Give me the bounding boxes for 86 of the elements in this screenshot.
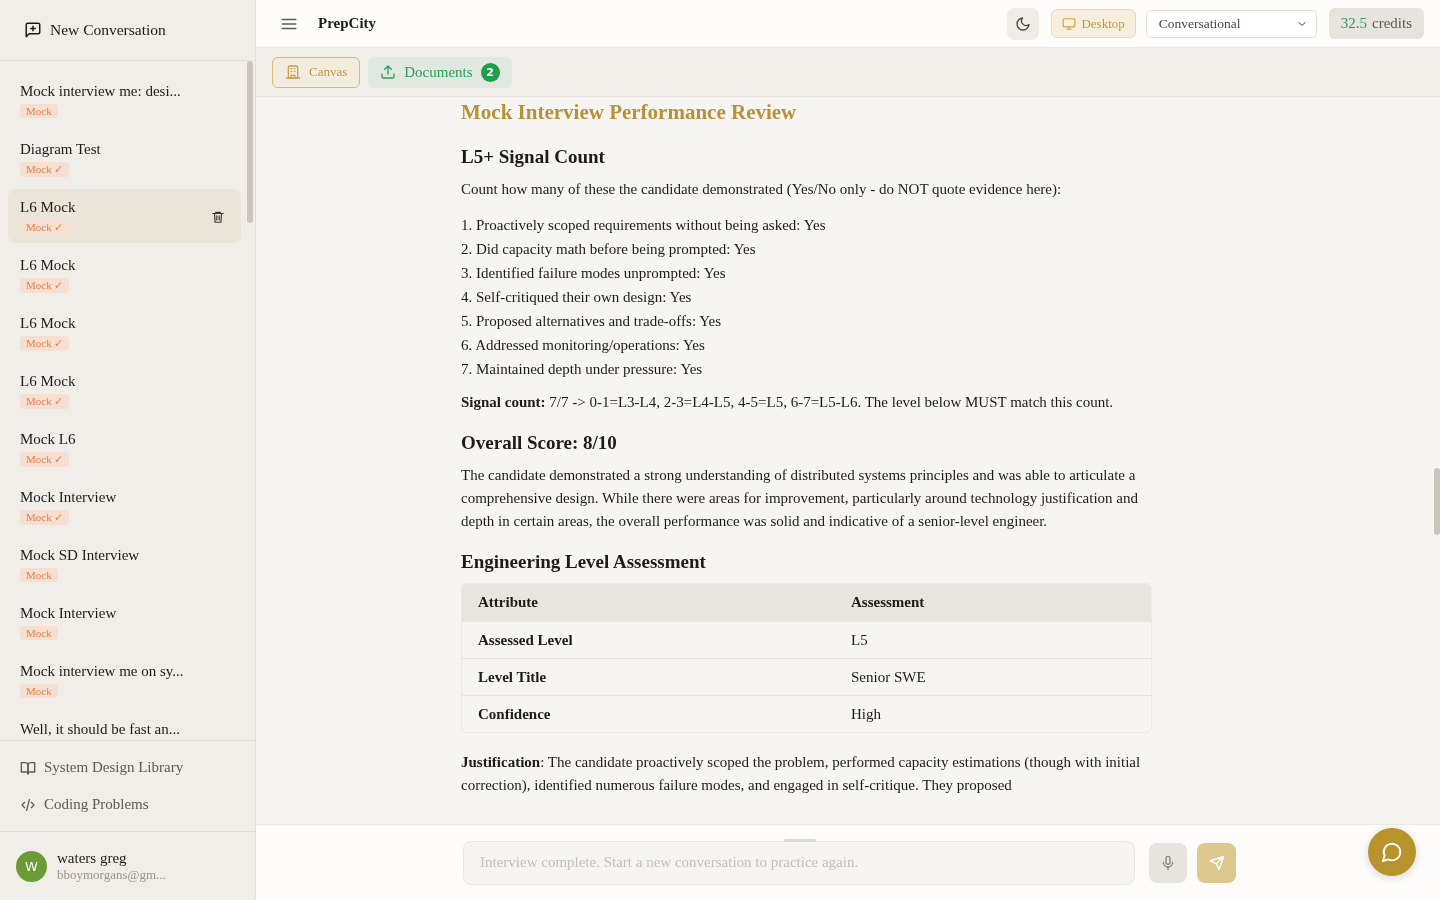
table-cell-text: Level Title [477, 668, 548, 686]
table-cell-text: Senior SWE [850, 668, 927, 686]
user-avatar: W [16, 850, 47, 882]
mock-tag: Mock ✓ [20, 278, 70, 293]
nav-link[interactable]: Coding Problems [0, 786, 255, 823]
paragraph: Signal count: 7/7 -> 0-1=L3-L4, 2-3=L4-L5, 4-5=L5, 6-7=L5-L6. The level below MUST match this count. [461, 393, 1115, 412]
conversation-title: L6 Mock [20, 256, 77, 275]
conversation-title: L6 Mock [20, 314, 77, 333]
document-title: Mock Interview Performance Review [461, 100, 798, 125]
conversation-title: Mock interview me on sy... [20, 662, 185, 681]
conversation-item[interactable]: Diagram Test Mock ✓ [8, 131, 241, 185]
conversation-item[interactable]: Mock interview me on sy... Mock [8, 653, 241, 707]
upload-icon [380, 64, 397, 80]
conversation-item[interactable]: Well, it should be fast an... [8, 711, 241, 740]
mock-tag: Mock [20, 626, 58, 640]
mock-tag: Mock ✓ [20, 510, 70, 525]
microphone-button[interactable] [1149, 842, 1187, 883]
mock-tag: Mock ✓ [20, 336, 70, 351]
list-item: 4. Self-critiqued their own design: Yes [461, 288, 693, 307]
paragraph: The candidate demonstrated a strong understanding of distributed systems principles and was able to articulate a comprehensive design. While there were areas for improvement, particularly around technology justification and depth in certain areas, the overall performance was solid and indicative of a senior-level engineer. [461, 466, 1139, 531]
list-item: 5. Proposed alternatives and trade-offs: Yes [461, 312, 723, 331]
code-icon [20, 796, 36, 813]
building-icon [285, 64, 301, 80]
conversation-item[interactable]: Mock SD Interview Mock [8, 537, 241, 591]
conversation-title: Mock interview me: desi... [20, 82, 182, 101]
conversation-item[interactable]: Mock Interview Mock [8, 595, 241, 649]
mock-tag: Mock [20, 568, 58, 582]
conversation-title: Mock Interview [20, 488, 118, 507]
mock-tag: Mock ✓ [20, 452, 70, 467]
conversation-item[interactable]: L6 Mock Mock ✓ [8, 247, 241, 301]
count-badge: 2 [480, 62, 500, 82]
mock-tag: Mock [20, 104, 58, 118]
conversation-item[interactable]: L6 Mock Mock ✓ [8, 189, 241, 243]
list-item: 3. Identified failure modes unprompted: Yes [461, 264, 727, 283]
scrollbar-thumb[interactable] [247, 61, 253, 223]
conversation-item[interactable]: Mock Interview Mock ✓ [8, 479, 241, 533]
conversation-title: L6 Mock [20, 198, 77, 217]
list-item: 7. Maintained depth under pressure: Yes [461, 360, 704, 379]
trash-icon [211, 210, 225, 224]
chat-plus-icon [24, 21, 42, 39]
table-cell-text: L5 [850, 631, 869, 649]
resize-handle[interactable] [784, 839, 816, 842]
conversation-title: Well, it should be fast an... [20, 720, 181, 739]
section-heading: Engineering Level Assessment [461, 551, 707, 573]
moon-icon [1015, 15, 1032, 32]
conversation-item[interactable]: Mock interview me: desi... Mock [8, 73, 241, 127]
list-item: 2. Did capacity math before being prompted: Yes [461, 240, 757, 259]
user-name: waters greg [57, 849, 128, 867]
app-name: PrepCity [318, 15, 378, 32]
message-input[interactable]: Interview complete. Start a new conversation to practice again. [463, 840, 1135, 885]
list-item: 6. Addressed monitoring/operations: Yes [461, 336, 706, 355]
nav-link[interactable]: System Design Library [0, 749, 255, 786]
credits-display: 32.5 credits [1328, 8, 1424, 39]
mock-tag: Mock ✓ [20, 220, 70, 235]
column-header: Assessment [850, 594, 926, 611]
mock-tag: Mock ✓ [20, 162, 70, 177]
microphone-icon [1160, 854, 1176, 871]
table-cell-text: Confidence [477, 705, 552, 723]
new-conversation-button[interactable]: New Conversation [0, 0, 255, 61]
send-button[interactable] [1197, 842, 1236, 883]
paragraph: Justification: The candidate proactively scoped the problem, performed capacity estimations (though with initial correction), identified numerous failure modes, and engaged in self-critique. They proposed [461, 753, 1142, 795]
chat-bubble-icon [1381, 841, 1403, 863]
conversation-item[interactable]: L6 Mock Mock ✓ [8, 363, 241, 417]
table-cell-text: Assessed Level [477, 631, 574, 649]
conversation-title: Mock L6 [20, 430, 77, 449]
table-cell-text: High [850, 705, 882, 723]
conversation-item[interactable]: L6 Mock Mock ✓ [8, 305, 241, 359]
mock-tag: Mock [20, 684, 58, 698]
send-icon [1208, 854, 1225, 871]
conversation-title: Mock Interview [20, 604, 118, 623]
monitor-icon [1062, 16, 1077, 31]
list-item: 1. Proactively scoped requirements without being asked: Yes [461, 216, 827, 235]
conversation-title: Mock SD Interview [20, 546, 141, 565]
user-email: bboymorgans@gm... [57, 866, 166, 883]
column-header: Attribute [477, 594, 539, 611]
conversation-item[interactable]: Mock L6 Mock ✓ [8, 421, 241, 475]
conversation-title: L6 Mock [20, 372, 77, 391]
conversation-title: Diagram Test [20, 140, 102, 159]
mode-select[interactable]: Conversational [1145, 9, 1317, 38]
paragraph: Count how many of these the candidate demonstrated (Yes/No only - do NOT quote evidence here): [461, 180, 1063, 199]
theme-toggle-button[interactable] [1007, 7, 1040, 40]
section-heading: Overall Score: 8/10 [461, 432, 618, 454]
section-heading: L5+ Signal Count [461, 146, 606, 168]
book-icon [20, 759, 36, 776]
mock-tag: Mock ✓ [20, 394, 70, 409]
scrollbar-thumb[interactable] [1434, 468, 1440, 535]
